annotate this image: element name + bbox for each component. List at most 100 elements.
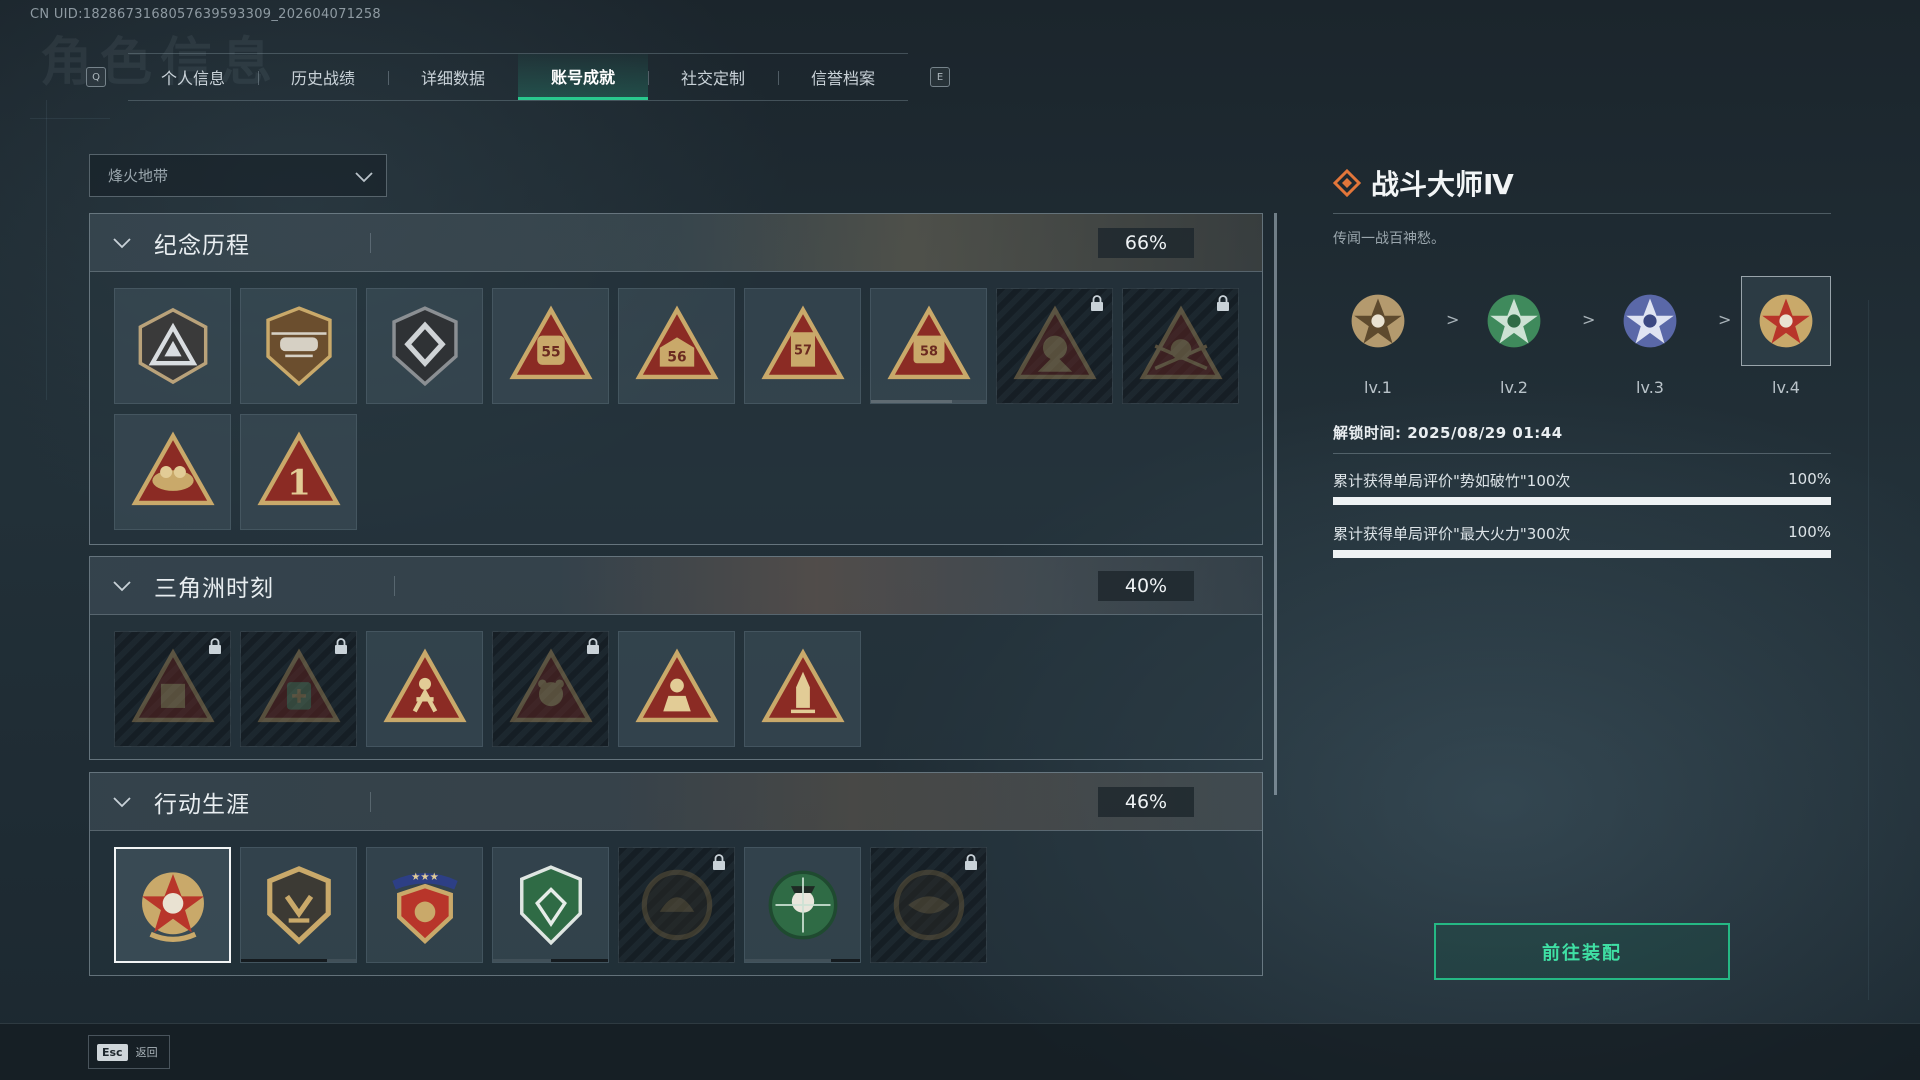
- badge-tile-1[interactable]: [114, 288, 231, 404]
- tab-personal-info[interactable]: 个人信息: [128, 54, 258, 100]
- achievement-title: 战斗大师Ⅳ: [1371, 168, 1514, 201]
- badge-tile-7[interactable]: 58: [870, 288, 987, 404]
- badge-tile-1[interactable]: [114, 847, 231, 963]
- badge-tile-2[interactable]: [240, 288, 357, 404]
- badge-tile-6[interactable]: [744, 631, 861, 747]
- next-tab-key-hint[interactable]: E: [930, 67, 950, 87]
- tab-detailed-data[interactable]: 详细数据: [388, 54, 518, 100]
- tab-history-record[interactable]: 历史战绩: [258, 54, 388, 100]
- collapse-chevron-icon[interactable]: [110, 231, 134, 255]
- divider: [370, 232, 371, 253]
- badge-tile-3[interactable]: [366, 631, 483, 747]
- badge-tile-4[interactable]: 55: [492, 288, 609, 404]
- badge-tile-4[interactable]: [492, 631, 609, 747]
- achievement-detail: 战斗大师Ⅳ 传闻一战百神愁。 lv.1 > lv.2 > lv.3 > lv.4…: [1333, 165, 1831, 558]
- badge-tile-9[interactable]: [1122, 288, 1239, 404]
- scrollbar[interactable]: [1274, 213, 1277, 795]
- prev-tab-key-hint[interactable]: Q: [86, 67, 106, 87]
- level-label: lv.3: [1636, 378, 1664, 397]
- bear-badge-icon: [508, 648, 593, 723]
- soldier-badge-icon: [634, 648, 719, 723]
- divider: [1333, 453, 1831, 454]
- badge-tile-2[interactable]: [240, 847, 357, 963]
- achievement-description: 传闻一战百神愁。: [1333, 231, 1445, 247]
- badge-tile-3[interactable]: ★★★: [366, 847, 483, 963]
- svg-text:★★★: ★★★: [411, 871, 439, 883]
- level-4[interactable]: lv.4: [1741, 276, 1831, 397]
- section-percent: 46%: [1098, 787, 1194, 817]
- number-one-badge-icon: 1: [256, 431, 341, 506]
- svg-text:1: 1: [287, 463, 311, 503]
- triangle-a-badge-icon: [138, 307, 207, 385]
- mode-dropdown[interactable]: 烽火地带: [89, 154, 387, 197]
- s56-badge-icon: 56: [634, 305, 719, 380]
- level-3-medal-icon: [1623, 294, 1677, 348]
- back-button[interactable]: Esc 返回: [88, 1035, 170, 1069]
- dark-eye-medal-icon: [893, 869, 964, 941]
- badge-tile-4[interactable]: [492, 847, 609, 963]
- dark-helmet-medal-icon: [641, 869, 712, 941]
- section-title: 三角洲时刻: [154, 575, 274, 602]
- task-2: 累计获得单局评价"最大火力"300次 100%: [1333, 523, 1831, 558]
- lock-icon: [1091, 295, 1103, 311]
- section-header[interactable]: 行动生涯 46%: [90, 773, 1262, 831]
- badge-tile-5[interactable]: [618, 631, 735, 747]
- tab-bar: 个人信息 历史战绩 详细数据 账号成就 社交定制 信誉档案: [128, 53, 908, 101]
- badge-tile-3[interactable]: [366, 288, 483, 404]
- level-3[interactable]: lv.3: [1605, 276, 1695, 397]
- go-equip-button[interactable]: 前往装配: [1434, 923, 1730, 980]
- helicopter-badge-icon: [265, 306, 332, 387]
- task-progress-bar: [1333, 550, 1831, 558]
- badge-tile-11[interactable]: 1: [240, 414, 357, 530]
- badge-tile-8[interactable]: [996, 288, 1113, 404]
- esc-key-hint: Esc: [97, 1043, 128, 1061]
- lock-icon: [965, 854, 977, 870]
- user-uid: CN UID:1828673168057639593309_2026040712…: [30, 7, 381, 22]
- medkit-badge-icon: [256, 648, 341, 723]
- box-badge-icon: [130, 648, 215, 723]
- grid-line: [30, 118, 110, 119]
- task-1: 累计获得单局评价"势如破竹"100次 100%: [1333, 470, 1831, 505]
- section-title: 纪念历程: [154, 232, 250, 259]
- tab-account-achievements[interactable]: 账号成就: [518, 54, 648, 100]
- green-skull-medal-icon: [768, 870, 837, 940]
- badge-tile-6[interactable]: 57: [744, 288, 861, 404]
- divider: [1333, 213, 1831, 214]
- divider: [394, 575, 395, 596]
- badge-tile-6[interactable]: [744, 847, 861, 963]
- badge-tile-7[interactable]: [870, 847, 987, 963]
- running-figure-badge-icon: [382, 648, 467, 723]
- level-label: lv.2: [1500, 378, 1528, 397]
- badge-tile-10[interactable]: [114, 414, 231, 530]
- svg-text:55: 55: [541, 344, 560, 360]
- section-delta-moments: 三角洲时刻 40%: [89, 556, 1263, 760]
- collapse-chevron-icon[interactable]: [110, 790, 134, 814]
- collapse-chevron-icon[interactable]: [110, 574, 134, 598]
- lock-icon: [587, 638, 599, 654]
- badge-tile-5[interactable]: [618, 847, 735, 963]
- badge-tile-2[interactable]: [240, 631, 357, 747]
- level-progression: lv.1 > lv.2 > lv.3 > lv.4: [1333, 276, 1831, 406]
- task-progress-bar: [1333, 497, 1831, 505]
- section-header[interactable]: 三角洲时刻 40%: [90, 557, 1262, 615]
- tab-social-customization[interactable]: 社交定制: [648, 54, 778, 100]
- grid-line: [1868, 300, 1869, 1000]
- grid-line: [46, 100, 47, 400]
- s55-badge-icon: 55: [508, 305, 593, 380]
- tab-reputation-file[interactable]: 信誉档案: [778, 54, 908, 100]
- badge-progress: [241, 959, 328, 962]
- badge-tile-5[interactable]: 56: [618, 288, 735, 404]
- mode-dropdown-value: 烽火地带: [108, 167, 169, 185]
- hooded-figure-badge-icon: [1012, 305, 1097, 380]
- task-percent: 100%: [1788, 470, 1831, 488]
- gold-shield-medal-icon: [266, 866, 331, 945]
- svg-text:57: 57: [794, 344, 812, 359]
- badge-grid: 55 56 57 58 1: [90, 272, 1262, 544]
- badge-tile-1[interactable]: [114, 631, 231, 747]
- badge-grid: ★★★: [90, 831, 1262, 975]
- section-header[interactable]: 纪念历程 66%: [90, 214, 1262, 272]
- level-1[interactable]: lv.1: [1333, 276, 1423, 397]
- level-2[interactable]: lv.2: [1469, 276, 1559, 397]
- level-arrow: >: [1582, 310, 1596, 329]
- lock-icon: [713, 854, 725, 870]
